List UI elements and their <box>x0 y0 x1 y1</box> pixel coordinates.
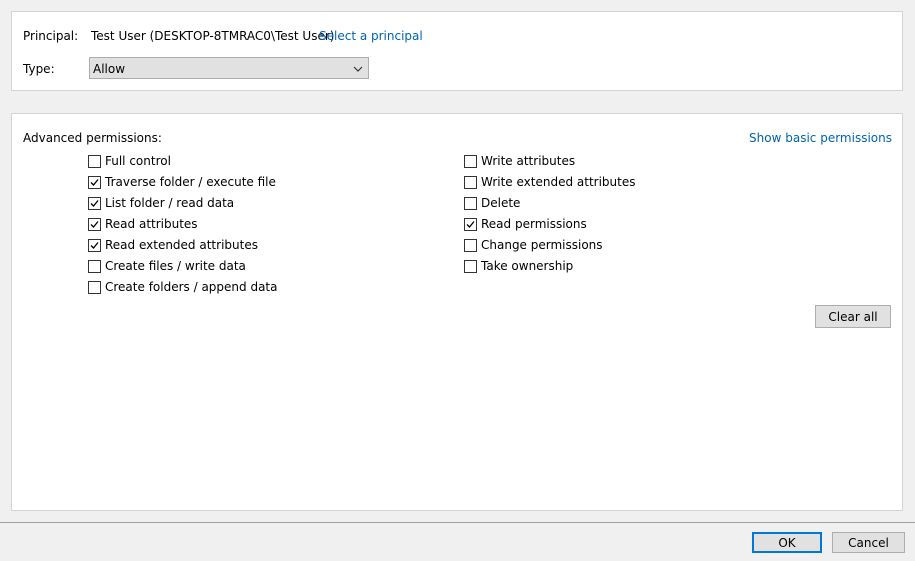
permission-checkbox-row[interactable]: Write attributes <box>464 153 575 169</box>
footer-divider <box>0 522 915 523</box>
checkbox-unchecked[interactable] <box>464 175 477 189</box>
permission-label: Read permissions <box>481 217 587 231</box>
permission-label: Full control <box>105 154 171 168</box>
principal-panel: Principal: Test User (DESKTOP-8TMRAC0\Te… <box>11 11 903 91</box>
show-basic-permissions-link[interactable]: Show basic permissions <box>749 130 892 146</box>
permission-label: List folder / read data <box>105 196 235 210</box>
permission-label: Read attributes <box>105 217 198 231</box>
type-label: Type: <box>23 62 55 76</box>
permission-checkbox-row[interactable]: List folder / read data <box>88 195 234 211</box>
checkmark-icon <box>90 220 99 228</box>
permission-label: Write extended attributes <box>481 175 636 189</box>
permission-label: Traverse folder / execute file <box>105 175 276 189</box>
permission-checkbox-row[interactable]: Read attributes <box>88 216 198 232</box>
principal-value: Test User (DESKTOP-8TMRAC0\Test User) <box>91 29 335 43</box>
checkbox-checked[interactable] <box>464 217 477 231</box>
permissions-panel: Advanced permissions: Show basic permiss… <box>11 113 903 511</box>
checkbox-unchecked[interactable] <box>464 154 477 168</box>
cancel-label: Cancel <box>848 535 889 550</box>
permission-label: Delete <box>481 196 521 210</box>
checkmark-icon <box>466 220 475 228</box>
type-selected-value: Allow <box>93 62 126 76</box>
checkbox-unchecked[interactable] <box>464 259 477 273</box>
checkbox-checked[interactable] <box>88 238 101 252</box>
principal-label: Principal: <box>23 29 79 43</box>
permission-label: Change permissions <box>481 238 603 252</box>
checkbox-checked[interactable] <box>88 175 101 189</box>
permission-checkbox-row[interactable]: Read permissions <box>464 216 587 232</box>
chevron-down-icon <box>352 61 364 77</box>
checkmark-icon <box>90 199 99 207</box>
permission-checkbox-row[interactable]: Take ownership <box>464 258 573 274</box>
permission-checkbox-row[interactable]: Create folders / append data <box>88 279 277 295</box>
checkbox-unchecked[interactable] <box>464 196 477 210</box>
cancel-button[interactable]: Cancel <box>832 532 905 553</box>
checkbox-checked[interactable] <box>88 196 101 210</box>
type-select[interactable]: Allow <box>89 57 369 79</box>
permission-checkbox-row[interactable]: Delete <box>464 195 520 211</box>
checkbox-unchecked[interactable] <box>88 259 101 273</box>
permission-label: Take ownership <box>481 259 574 273</box>
select-principal-link[interactable]: Select a principal <box>319 28 423 44</box>
checkbox-unchecked[interactable] <box>464 238 477 252</box>
permission-label: Read extended attributes <box>105 238 258 252</box>
permission-checkbox-row[interactable]: Write extended attributes <box>464 174 636 190</box>
permission-checkbox-row[interactable]: Create files / write data <box>88 258 246 274</box>
ok-button[interactable]: OK <box>752 532 822 553</box>
checkbox-unchecked[interactable] <box>88 280 101 294</box>
permission-checkbox-row[interactable]: Traverse folder / execute file <box>88 174 276 190</box>
checkmark-icon <box>90 241 99 249</box>
permission-checkbox-row[interactable]: Full control <box>88 153 171 169</box>
checkbox-checked[interactable] <box>88 217 101 231</box>
permission-checkbox-row[interactable]: Read extended attributes <box>88 237 258 253</box>
checkmark-icon <box>90 178 99 186</box>
advanced-permissions-heading: Advanced permissions: <box>23 131 162 145</box>
permission-label: Create folders / append data <box>105 280 278 294</box>
permission-label: Write attributes <box>481 154 576 168</box>
permission-checkbox-row[interactable]: Change permissions <box>464 237 603 253</box>
permission-label: Create files / write data <box>105 259 246 273</box>
checkbox-unchecked[interactable] <box>88 154 101 168</box>
clear-all-button[interactable]: Clear all <box>815 305 891 328</box>
clear-all-label: Clear all <box>828 309 878 324</box>
ok-label: OK <box>778 535 796 550</box>
